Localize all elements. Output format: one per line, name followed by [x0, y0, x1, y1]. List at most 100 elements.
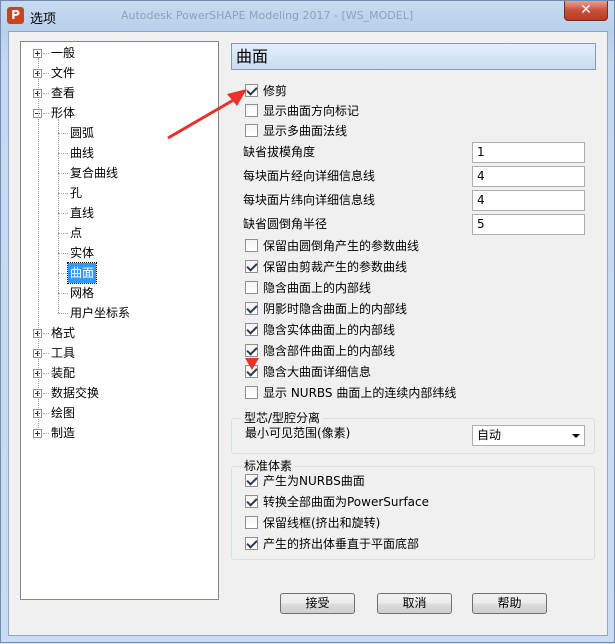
tree-connector — [43, 373, 49, 374]
tree-item-8[interactable]: 直线 — [21, 203, 218, 223]
surface-behavior-checkbox-4[interactable] — [245, 323, 258, 336]
primitive-checkbox-3[interactable] — [245, 537, 258, 550]
tree-item-label: 数据交换 — [51, 386, 100, 400]
primitive-label-0: 产生为NURBS曲面 — [263, 474, 365, 488]
field-input-0[interactable]: 1 — [472, 142, 585, 163]
primitive-label-3: 产生的挤出体垂直于平面底部 — [263, 537, 420, 551]
tree-connector — [43, 53, 49, 54]
tree-item-label: 查看 — [51, 86, 76, 100]
field-label-2: 每块面片纬向详细信息线 — [243, 193, 376, 207]
background-window-title: Autodesk PowerSHAPE Modeling 2017 - [WS_… — [121, 9, 414, 22]
primitive-label-1: 转换全部曲面为PowerSurface — [263, 495, 429, 509]
tree-item-label: 直线 — [70, 206, 95, 220]
tree-connector — [58, 233, 68, 234]
core-cavity-group-title: 型芯/型腔分离 — [241, 411, 324, 425]
tree-connector — [43, 73, 49, 74]
surface-display-checkbox-2[interactable] — [245, 124, 258, 137]
tree-connector — [58, 193, 68, 194]
tree-item-17[interactable]: 数据交换 — [21, 383, 218, 403]
panel-title: 曲面 — [231, 43, 596, 70]
surface-behavior-label-6: 隐含大曲面详细信息 — [263, 365, 372, 379]
tree-item-0[interactable]: 一般 — [21, 43, 218, 63]
close-button[interactable]: ✕ — [564, 1, 608, 21]
tree-item-6[interactable]: 复合曲线 — [21, 163, 218, 183]
tree-connector — [43, 353, 49, 354]
tree-item-label: 网格 — [70, 286, 95, 300]
surface-behavior-checkbox-2[interactable] — [245, 281, 258, 294]
cancel-button[interactable]: 取消 — [377, 593, 452, 614]
tree-connector — [43, 393, 49, 394]
tree-item-label: 工具 — [51, 346, 76, 360]
primitive-checkbox-0[interactable] — [245, 474, 258, 487]
tree-item-3[interactable]: 形体 — [21, 103, 218, 123]
tree-item-label: 曲线 — [70, 146, 95, 160]
field-input-1[interactable]: 4 — [472, 166, 585, 187]
tree-item-label: 点 — [70, 226, 83, 240]
close-icon: ✕ — [580, 2, 592, 18]
expand-plus-icon[interactable] — [33, 49, 42, 58]
tree-item-label: 文件 — [51, 66, 76, 80]
tree-connector — [58, 133, 68, 134]
tree-connector — [43, 113, 49, 114]
surface-behavior-label-0: 保留由圆倒角产生的参数曲线 — [263, 239, 420, 253]
dialog-client-area: 一般 文件 查看 形体 圆弧 曲线 复合曲线孔直线点实体 曲面 网格 用户坐标系 格式 工具 装配 数据交… — [8, 31, 608, 636]
tree-item-9[interactable]: 点 — [21, 223, 218, 243]
tree-item-12[interactable]: 网格 — [21, 283, 218, 303]
surface-behavior-checkbox-7[interactable] — [245, 386, 258, 399]
tree-item-label: 绘图 — [51, 406, 76, 420]
surface-behavior-checkbox-3[interactable] — [245, 302, 258, 315]
surface-behavior-label-4: 隐含实体曲面上的内部线 — [263, 323, 396, 337]
surface-behavior-checkbox-0[interactable] — [245, 239, 258, 252]
tree-connector — [43, 413, 49, 414]
tree-item-14[interactable]: 格式 — [21, 323, 218, 343]
accept-button[interactable]: 接受 — [280, 593, 355, 614]
tree-item-13[interactable]: 用户坐标系 — [21, 303, 218, 323]
surface-display-label-2: 显示多曲面法线 — [263, 124, 348, 138]
primitive-label-2: 保留线框(挤出和旋转) — [263, 516, 381, 530]
tree-item-label: 实体 — [70, 246, 95, 260]
tree-item-16[interactable]: 装配 — [21, 363, 218, 383]
options-tree[interactable]: 一般文件查看形体圆弧曲线复合曲线孔直线点实体曲面网格用户坐标系格式工具装配数据交… — [20, 41, 219, 600]
tree-branch-line — [58, 119, 59, 313]
tree-item-label: 复合曲线 — [70, 166, 119, 180]
surface-display-checkbox-1[interactable] — [245, 104, 258, 117]
tree-item-18[interactable]: 绘图 — [21, 403, 218, 423]
tree-item-19[interactable]: 制造 — [21, 423, 218, 443]
options-dialog: P 选项 Autodesk PowerSHAPE Modeling 2017 -… — [0, 0, 615, 643]
surface-display-checkbox-0[interactable] — [245, 84, 258, 97]
field-label-0: 缺省拔模角度 — [243, 145, 316, 159]
tree-connector — [58, 293, 68, 294]
primitive-checkbox-1[interactable] — [245, 495, 258, 508]
field-input-3[interactable]: 5 — [472, 214, 585, 235]
tree-connector — [43, 333, 49, 334]
surface-behavior-checkbox-1[interactable] — [245, 260, 258, 273]
tree-item-label: 孔 — [70, 186, 83, 200]
tree-connector — [58, 313, 68, 314]
min-visible-range-select[interactable]: 自动 — [472, 425, 585, 446]
standard-primitives-group-title: 标准体素 — [241, 459, 296, 473]
primitive-checkbox-2[interactable] — [245, 516, 258, 529]
expand-plus-icon[interactable] — [33, 429, 42, 438]
tree-item-2[interactable]: 查看 — [21, 83, 218, 103]
field-input-2[interactable]: 4 — [472, 190, 585, 211]
tree-item-label: 装配 — [51, 366, 76, 380]
surface-display-label-1: 显示曲面方向标记 — [263, 104, 360, 118]
help-button[interactable]: 帮助 — [472, 593, 547, 614]
tree-item-label: 形体 — [51, 106, 76, 120]
tree-item-10[interactable]: 实体 — [21, 243, 218, 263]
tree-item-label: 格式 — [51, 326, 76, 340]
tree-item-11[interactable]: 曲面 — [21, 262, 218, 284]
tree-item-7[interactable]: 孔 — [21, 183, 218, 203]
tree-connector — [58, 173, 68, 174]
surface-behavior-label-7: 显示 NURBS 曲面上的连续内部纬线 — [263, 386, 457, 400]
surface-behavior-checkbox-6[interactable] — [245, 365, 258, 378]
field-label-3: 缺省圆倒角半径 — [243, 217, 328, 231]
title-bar[interactable]: P 选项 Autodesk PowerSHAPE Modeling 2017 -… — [1, 1, 614, 31]
tree-item-15[interactable]: 工具 — [21, 343, 218, 363]
tree-item-5[interactable]: 曲线 — [21, 143, 218, 163]
dropdown-arrow-icon — [572, 434, 580, 438]
surface-behavior-label-2: 隐含曲面上的内部线 — [263, 281, 372, 295]
tree-item-1[interactable]: 文件 — [21, 63, 218, 83]
tree-item-4[interactable]: 圆弧 — [21, 123, 218, 143]
surface-behavior-checkbox-5[interactable] — [245, 344, 258, 357]
